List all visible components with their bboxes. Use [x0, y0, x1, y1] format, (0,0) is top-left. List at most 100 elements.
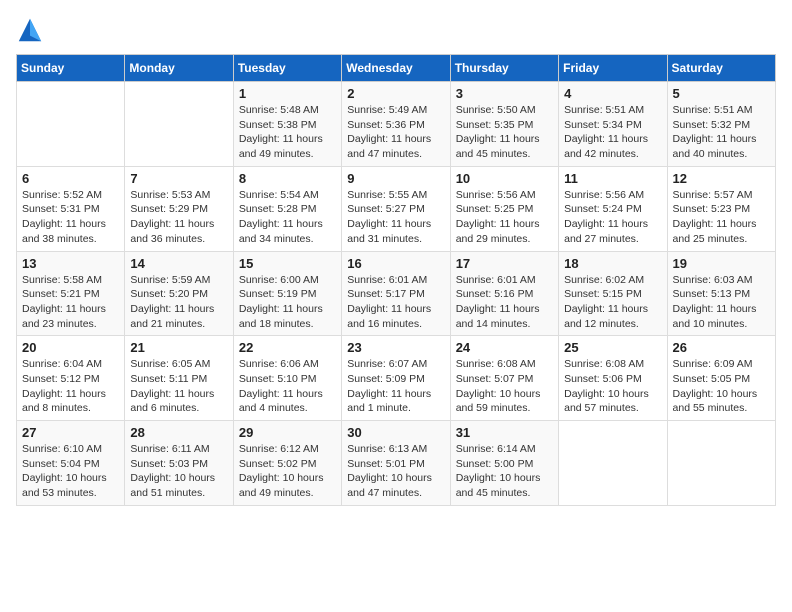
header-saturday: Saturday: [667, 55, 775, 82]
day-number: 18: [564, 256, 661, 271]
day-info: Sunrise: 6:01 AM Sunset: 5:16 PM Dayligh…: [456, 273, 553, 332]
calendar-cell: 5 Sunrise: 5:51 AM Sunset: 5:32 PM Daylig…: [667, 82, 775, 167]
day-info: Sunrise: 6:03 AM Sunset: 5:13 PM Dayligh…: [673, 273, 770, 332]
day-number: 3: [456, 86, 553, 101]
day-info: Sunrise: 6:13 AM Sunset: 5:01 PM Dayligh…: [347, 442, 444, 501]
day-number: 21: [130, 340, 227, 355]
day-info: Sunrise: 5:55 AM Sunset: 5:27 PM Dayligh…: [347, 188, 444, 247]
day-number: 30: [347, 425, 444, 440]
calendar-cell: 7Sunrise: 5:53 AM Sunset: 5:29 PM Daylig…: [125, 166, 233, 251]
calendar-cell: 13Sunrise: 5:58 AM Sunset: 5:21 PM Dayli…: [17, 251, 125, 336]
header-friday: Friday: [559, 55, 667, 82]
calendar-cell: 2 Sunrise: 5:49 AM Sunset: 5:36 PM Daylig…: [342, 82, 450, 167]
day-info: Sunrise: 6:02 AM Sunset: 5:15 PM Dayligh…: [564, 273, 661, 332]
day-info: Sunrise: 6:00 AM Sunset: 5:19 PM Dayligh…: [239, 273, 336, 332]
day-number: 20: [22, 340, 119, 355]
day-number: 11: [564, 171, 661, 186]
calendar-cell: 6 Sunrise: 5:52 AM Sunset: 5:31 PM Daylig…: [17, 166, 125, 251]
day-number: 28: [130, 425, 227, 440]
day-number: 22: [239, 340, 336, 355]
day-info: Sunrise: 6:10 AM Sunset: 5:04 PM Dayligh…: [22, 442, 119, 501]
calendar-week-row: 6 Sunrise: 5:52 AM Sunset: 5:31 PM Daylig…: [17, 166, 776, 251]
day-number: 6: [22, 171, 119, 186]
calendar-cell: 22 Sunrise: 6:06 AM Sunset: 5:10 PM Dayli…: [233, 336, 341, 421]
header-sunday: Sunday: [17, 55, 125, 82]
day-info: Sunrise: 6:06 AM Sunset: 5:10 PM Dayligh…: [239, 357, 336, 416]
day-number: 17: [456, 256, 553, 271]
day-info: Sunrise: 5:49 AM Sunset: 5:36 PM Dayligh…: [347, 103, 444, 162]
calendar-cell: [125, 82, 233, 167]
calendar-cell: 18 Sunrise: 6:02 AM Sunset: 5:15 PM Dayli…: [559, 251, 667, 336]
day-info: Sunrise: 6:05 AM Sunset: 5:11 PM Dayligh…: [130, 357, 227, 416]
calendar-table: SundayMondayTuesdayWednesdayThursdayFrid…: [16, 54, 776, 506]
header-thursday: Thursday: [450, 55, 558, 82]
day-number: 19: [673, 256, 770, 271]
day-number: 4: [564, 86, 661, 101]
day-number: 14: [130, 256, 227, 271]
day-info: Sunrise: 5:54 AM Sunset: 5:28 PM Dayligh…: [239, 188, 336, 247]
day-info: Sunrise: 6:01 AM Sunset: 5:17 PM Dayligh…: [347, 273, 444, 332]
day-number: 12: [673, 171, 770, 186]
day-info: Sunrise: 6:08 AM Sunset: 5:07 PM Dayligh…: [456, 357, 553, 416]
day-info: Sunrise: 6:04 AM Sunset: 5:12 PM Dayligh…: [22, 357, 119, 416]
calendar-cell: [559, 421, 667, 506]
day-info: Sunrise: 5:48 AM Sunset: 5:38 PM Dayligh…: [239, 103, 336, 162]
calendar-cell: 20 Sunrise: 6:04 AM Sunset: 5:12 PM Dayli…: [17, 336, 125, 421]
calendar-cell: 15 Sunrise: 6:00 AM Sunset: 5:19 PM Dayli…: [233, 251, 341, 336]
day-number: 25: [564, 340, 661, 355]
logo-icon: [16, 16, 44, 44]
day-number: 29: [239, 425, 336, 440]
day-number: 27: [22, 425, 119, 440]
day-number: 24: [456, 340, 553, 355]
day-info: Sunrise: 5:59 AM Sunset: 5:20 PM Dayligh…: [130, 273, 227, 332]
day-number: 16: [347, 256, 444, 271]
day-info: Sunrise: 6:09 AM Sunset: 5:05 PM Dayligh…: [673, 357, 770, 416]
day-info: Sunrise: 6:08 AM Sunset: 5:06 PM Dayligh…: [564, 357, 661, 416]
calendar-cell: 9 Sunrise: 5:55 AM Sunset: 5:27 PM Daylig…: [342, 166, 450, 251]
calendar-cell: 12Sunrise: 5:57 AM Sunset: 5:23 PM Dayli…: [667, 166, 775, 251]
day-number: 15: [239, 256, 336, 271]
calendar-cell: 14 Sunrise: 5:59 AM Sunset: 5:20 PM Dayli…: [125, 251, 233, 336]
calendar-cell: [667, 421, 775, 506]
day-info: Sunrise: 5:52 AM Sunset: 5:31 PM Dayligh…: [22, 188, 119, 247]
day-number: 23: [347, 340, 444, 355]
day-info: Sunrise: 6:14 AM Sunset: 5:00 PM Dayligh…: [456, 442, 553, 501]
calendar-cell: [17, 82, 125, 167]
day-info: Sunrise: 5:51 AM Sunset: 5:34 PM Dayligh…: [564, 103, 661, 162]
day-number: 7: [130, 171, 227, 186]
calendar-week-row: 13Sunrise: 5:58 AM Sunset: 5:21 PM Dayli…: [17, 251, 776, 336]
day-number: 5: [673, 86, 770, 101]
day-info: Sunrise: 5:51 AM Sunset: 5:32 PM Dayligh…: [673, 103, 770, 162]
calendar-cell: 28 Sunrise: 6:11 AM Sunset: 5:03 PM Dayli…: [125, 421, 233, 506]
day-number: 1: [239, 86, 336, 101]
day-info: Sunrise: 6:11 AM Sunset: 5:03 PM Dayligh…: [130, 442, 227, 501]
calendar-cell: 10Sunrise: 5:56 AM Sunset: 5:25 PM Dayli…: [450, 166, 558, 251]
calendar-cell: 29 Sunrise: 6:12 AM Sunset: 5:02 PM Dayli…: [233, 421, 341, 506]
calendar-cell: 8Sunrise: 5:54 AM Sunset: 5:28 PM Daylig…: [233, 166, 341, 251]
logo: [16, 16, 48, 44]
calendar-cell: 30 Sunrise: 6:13 AM Sunset: 5:01 PM Dayli…: [342, 421, 450, 506]
day-number: 9: [347, 171, 444, 186]
day-number: 10: [456, 171, 553, 186]
header-tuesday: Tuesday: [233, 55, 341, 82]
calendar-header-row: SundayMondayTuesdayWednesdayThursdayFrid…: [17, 55, 776, 82]
calendar-cell: 17 Sunrise: 6:01 AM Sunset: 5:16 PM Dayli…: [450, 251, 558, 336]
calendar-cell: 27 Sunrise: 6:10 AM Sunset: 5:04 PM Dayli…: [17, 421, 125, 506]
day-number: 2: [347, 86, 444, 101]
calendar-cell: 16 Sunrise: 6:01 AM Sunset: 5:17 PM Dayli…: [342, 251, 450, 336]
day-info: Sunrise: 6:07 AM Sunset: 5:09 PM Dayligh…: [347, 357, 444, 416]
day-info: Sunrise: 6:12 AM Sunset: 5:02 PM Dayligh…: [239, 442, 336, 501]
calendar-cell: 4 Sunrise: 5:51 AM Sunset: 5:34 PM Daylig…: [559, 82, 667, 167]
calendar-cell: 24 Sunrise: 6:08 AM Sunset: 5:07 PM Dayli…: [450, 336, 558, 421]
calendar-cell: 1 Sunrise: 5:48 AM Sunset: 5:38 PM Daylig…: [233, 82, 341, 167]
calendar-week-row: 27 Sunrise: 6:10 AM Sunset: 5:04 PM Dayli…: [17, 421, 776, 506]
day-number: 13: [22, 256, 119, 271]
day-number: 26: [673, 340, 770, 355]
calendar-cell: 11 Sunrise: 5:56 AM Sunset: 5:24 PM Dayli…: [559, 166, 667, 251]
calendar-cell: 26 Sunrise: 6:09 AM Sunset: 5:05 PM Dayli…: [667, 336, 775, 421]
calendar-cell: 21 Sunrise: 6:05 AM Sunset: 5:11 PM Dayli…: [125, 336, 233, 421]
day-info: Sunrise: 5:56 AM Sunset: 5:24 PM Dayligh…: [564, 188, 661, 247]
day-number: 31: [456, 425, 553, 440]
calendar-cell: 23 Sunrise: 6:07 AM Sunset: 5:09 PM Dayli…: [342, 336, 450, 421]
header-monday: Monday: [125, 55, 233, 82]
